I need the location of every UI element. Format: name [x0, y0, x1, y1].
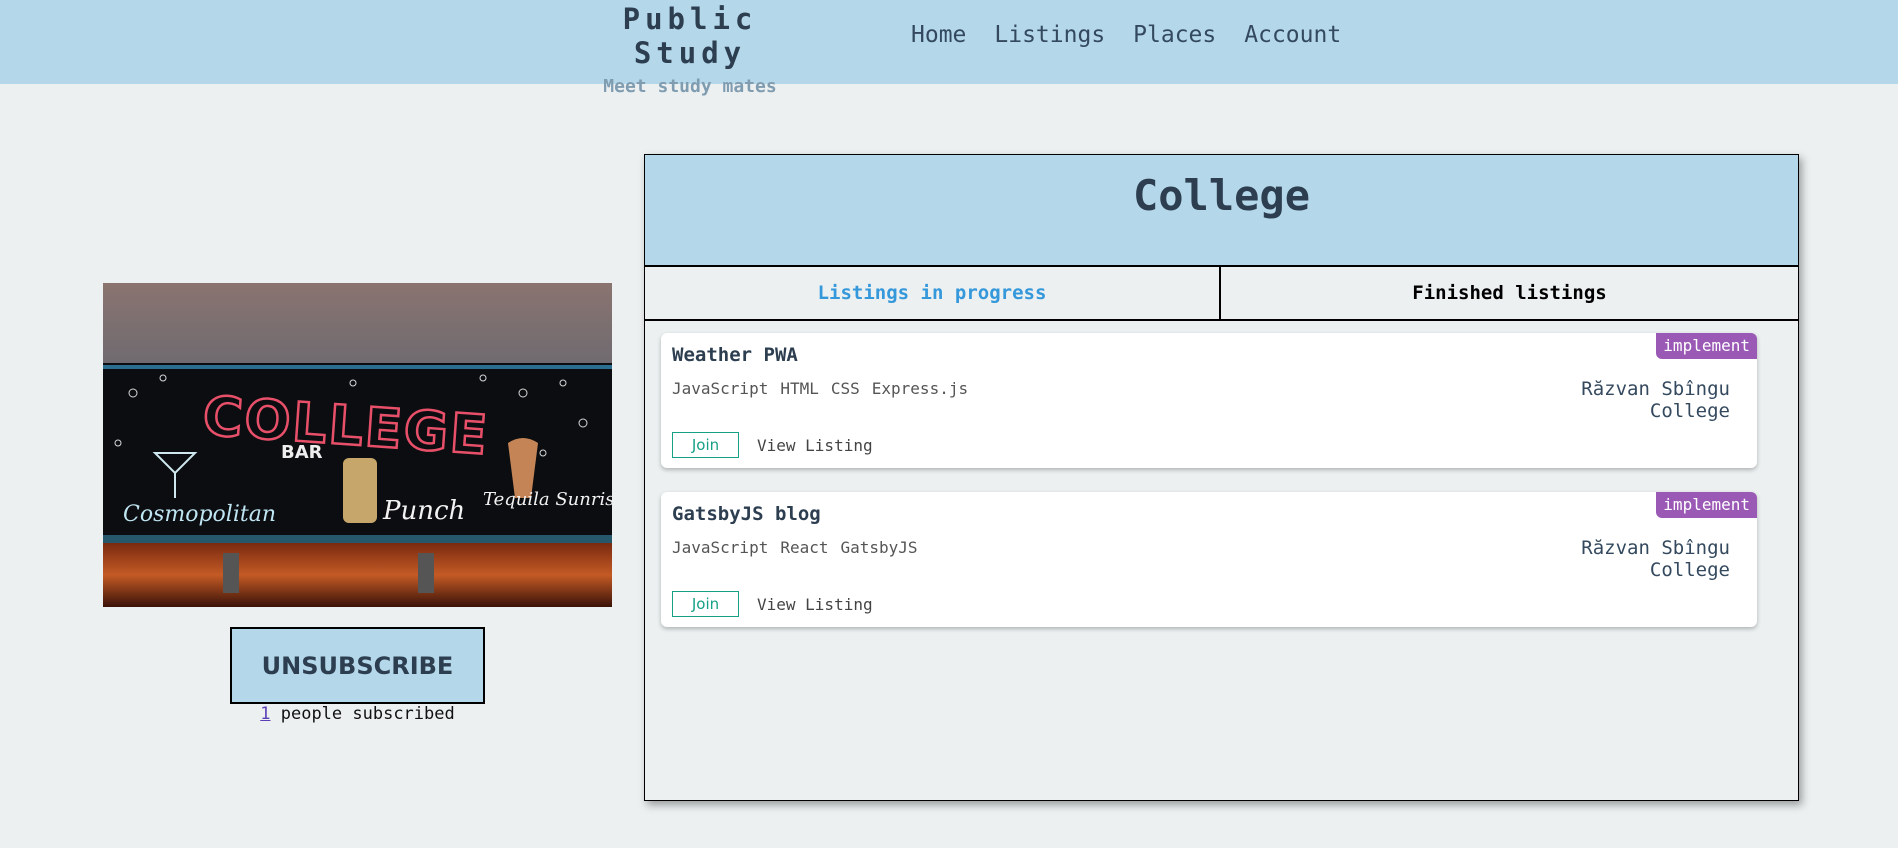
listing-author: Răzvan Sbîngu: [1581, 537, 1730, 559]
listing-place: College: [1649, 559, 1730, 581]
join-button[interactable]: Join: [672, 432, 739, 458]
subscriber-count-link[interactable]: 1: [260, 704, 270, 724]
tech-tag: CSS: [830, 379, 860, 398]
join-button[interactable]: Join: [672, 591, 739, 617]
listing-title: Weather PWA: [672, 344, 798, 366]
unsubscribe-button[interactable]: UNSUBSCRIBE: [230, 627, 485, 704]
subscriber-text: people subscribed: [270, 704, 455, 724]
svg-text:Tequila Sunrise: Tequila Sunrise: [483, 489, 612, 510]
place-title: College: [1132, 171, 1310, 220]
tab-finished-listings[interactable]: Finished listings: [1221, 267, 1798, 319]
listing-place: College: [1649, 400, 1730, 422]
view-listing-link[interactable]: View Listing: [757, 436, 873, 455]
main-nav: Home Listings Places Account: [911, 20, 1341, 50]
listing-actions: Join View Listing: [672, 432, 873, 458]
listing-tabs: Listings in progress Finished listings: [645, 267, 1798, 321]
tech-tag: React: [780, 538, 829, 557]
listing-title: GatsbyJS blog: [672, 503, 821, 525]
view-listing-link[interactable]: View Listing: [757, 595, 873, 614]
svg-text:Cosmopolitan: Cosmopolitan: [123, 502, 276, 527]
listing-card: Weather PWA implement JavaScript HTML CS…: [661, 333, 1757, 468]
tech-tag: GatsbyJS: [840, 538, 918, 557]
svg-text:Punch: Punch: [382, 496, 465, 526]
nav-account[interactable]: Account: [1244, 20, 1341, 50]
top-header: Public Study Meet study mates Home Listi…: [0, 0, 1898, 97]
place-panel: College Listings in progress Finished li…: [644, 154, 1799, 801]
brand-title[interactable]: Public Study: [560, 2, 820, 70]
nav-home[interactable]: Home: [911, 20, 966, 50]
college-bar-sign-image: COLLEGE BAR Cosmopolitan Punch Tequila S…: [103, 283, 612, 607]
tech-tag: HTML: [780, 379, 819, 398]
listing-actions: Join View Listing: [672, 591, 873, 617]
subscriber-info: 1 people subscribed: [230, 704, 485, 724]
listing-cards: Weather PWA implement JavaScript HTML CS…: [661, 333, 1757, 651]
nav-places[interactable]: Places: [1133, 20, 1216, 50]
tech-tag: JavaScript: [672, 379, 769, 398]
panel-header: College: [645, 155, 1798, 267]
listing-author: Răzvan Sbîngu: [1581, 378, 1730, 400]
tab-listings-in-progress[interactable]: Listings in progress: [645, 267, 1221, 319]
brand-subtitle: Meet study mates: [603, 76, 777, 97]
svg-text:BAR: BAR: [281, 442, 323, 463]
listing-stage-badge: implement: [1656, 492, 1757, 518]
listing-stage-badge: implement: [1656, 333, 1757, 359]
place-photo: COLLEGE BAR Cosmopolitan Punch Tequila S…: [103, 283, 612, 607]
nav-listings[interactable]: Listings: [994, 20, 1105, 50]
tech-tag: Express.js: [871, 379, 969, 398]
tech-tag: JavaScript: [672, 538, 769, 557]
listing-meta: Răzvan Sbîngu College: [1581, 378, 1730, 422]
listing-card: GatsbyJS blog implement JavaScript React…: [661, 492, 1757, 627]
listing-meta: Răzvan Sbîngu College: [1581, 537, 1730, 581]
brand[interactable]: Public Study Meet study mates: [560, 2, 820, 98]
